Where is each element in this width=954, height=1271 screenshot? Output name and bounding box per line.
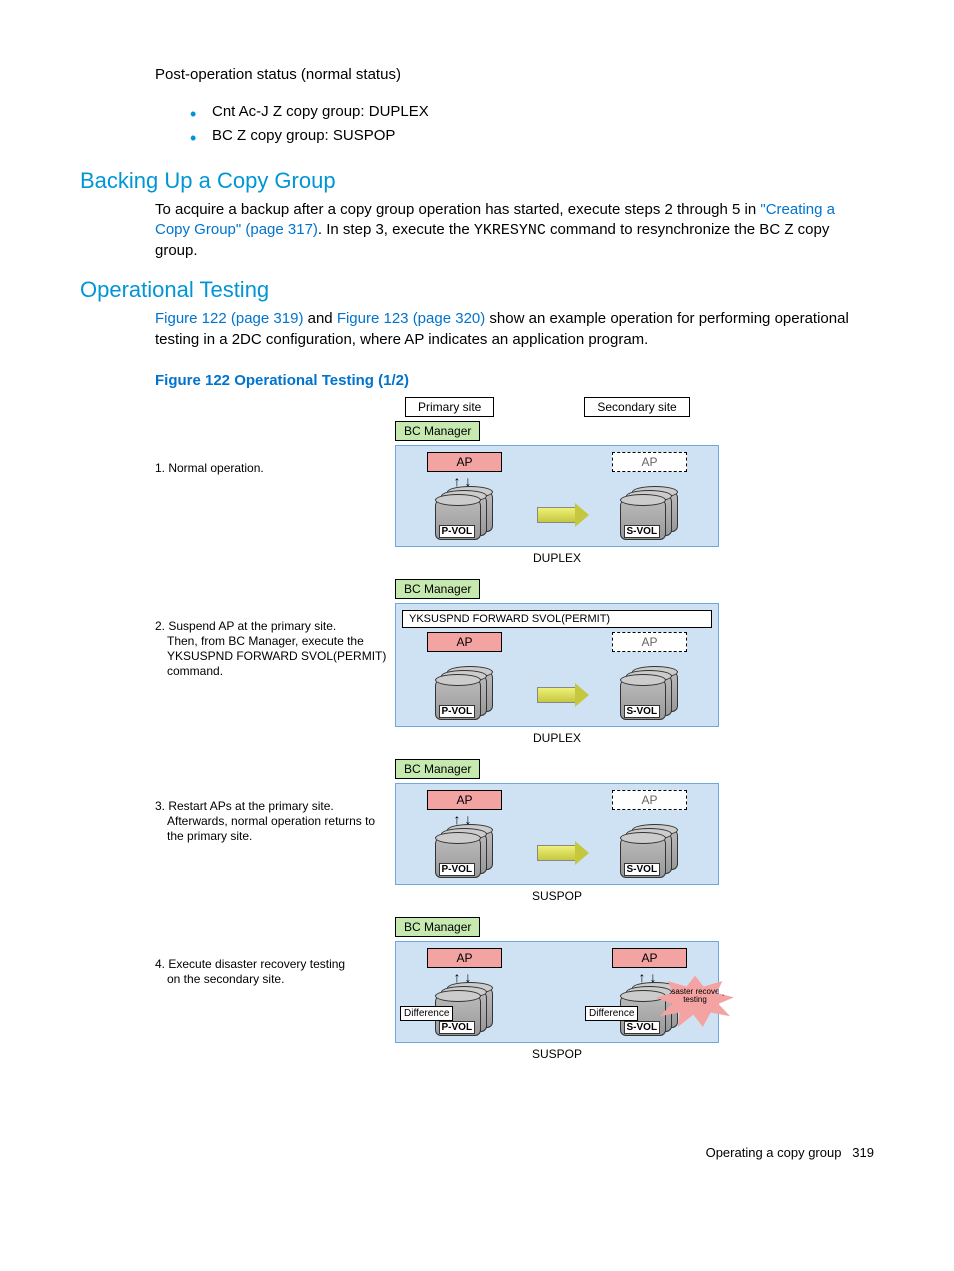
difference-label: Difference bbox=[400, 1006, 453, 1021]
ap-primary: AP bbox=[427, 632, 501, 652]
step-2-text: 2. Suspend AP at the primary site. Then,… bbox=[155, 579, 395, 679]
heading-backing-up: Backing Up a Copy Group bbox=[80, 168, 874, 194]
figure-122: Primary site Secondary site 1. Normal op… bbox=[155, 397, 874, 1061]
list-item: BC Z copy group: SUSPOP bbox=[190, 124, 874, 148]
list-item: Cnt Ac-J Z copy group: DUPLEX bbox=[190, 100, 874, 124]
bc-manager-label: BC Manager bbox=[395, 421, 480, 441]
step-3-text: 3. Restart APs at the primary site. Afte… bbox=[155, 759, 395, 844]
command-bar: YKSUSPND FORWARD SVOL(PERMIT) bbox=[402, 610, 712, 628]
svol-icon: S-VOL bbox=[620, 828, 680, 878]
ap-primary: AP bbox=[427, 948, 501, 968]
status-suspop: SUSPOP bbox=[395, 889, 719, 903]
primary-site-header: Primary site bbox=[405, 397, 494, 417]
step-4-text: 4. Execute disaster recovery testing on … bbox=[155, 917, 395, 987]
post-op-status: Post-operation status (normal status) bbox=[155, 65, 874, 85]
diagram-step-1: AP ↑↓ P-VOL AP bbox=[395, 445, 719, 547]
ap-secondary: AP bbox=[612, 632, 686, 652]
diagram-step-4: AP ↑↓ Difference P-VOL AP ↑↓ bbox=[395, 941, 719, 1043]
flow-arrow-icon bbox=[537, 845, 577, 861]
svol-icon: S-VOL bbox=[620, 670, 680, 720]
text: To acquire a backup after a copy group o… bbox=[155, 201, 760, 218]
footer-section: Operating a copy group bbox=[706, 1145, 842, 1160]
bc-manager-label: BC Manager bbox=[395, 579, 480, 599]
footer-page-number: 319 bbox=[852, 1145, 874, 1160]
link-figure-122[interactable]: Figure 122 (page 319) bbox=[155, 310, 303, 327]
optest-paragraph: Figure 122 (page 319) and Figure 123 (pa… bbox=[155, 309, 874, 350]
link-figure-123[interactable]: Figure 123 (page 320) bbox=[337, 310, 485, 327]
secondary-site-header: Secondary site bbox=[584, 397, 689, 417]
pvol-icon: P-VOL bbox=[435, 490, 495, 540]
ap-secondary: AP bbox=[612, 790, 686, 810]
step-1-text: 1. Normal operation. bbox=[155, 421, 395, 476]
ap-secondary: AP bbox=[612, 452, 686, 472]
backing-up-paragraph: To acquire a backup after a copy group o… bbox=[155, 200, 874, 262]
status-suspop: SUSPOP bbox=[395, 1047, 719, 1061]
bc-manager-label: BC Manager bbox=[395, 759, 480, 779]
flow-arrow-icon bbox=[537, 687, 577, 703]
diagram-step-3: AP ↑↓ P-VOL AP bbox=[395, 783, 719, 885]
pvol-icon: P-VOL bbox=[435, 670, 495, 720]
heading-operational-testing: Operational Testing bbox=[80, 277, 874, 303]
ap-primary: AP bbox=[427, 452, 501, 472]
ap-primary: AP bbox=[427, 790, 501, 810]
status-list: Cnt Ac-J Z copy group: DUPLEX BC Z copy … bbox=[80, 100, 874, 148]
status-duplex: DUPLEX bbox=[395, 731, 719, 745]
ap-secondary-active: AP bbox=[612, 948, 686, 968]
svol-icon: S-VOL bbox=[620, 490, 680, 540]
difference-label: Difference bbox=[585, 1006, 638, 1021]
command-ykresync: YKRESYNC bbox=[474, 222, 546, 239]
flow-arrow-icon bbox=[537, 507, 577, 523]
status-duplex: DUPLEX bbox=[395, 551, 719, 565]
text: and bbox=[303, 310, 336, 327]
text: . In step 3, execute the bbox=[318, 221, 474, 238]
diagram-step-2: YKSUSPND FORWARD SVOL(PERMIT) AP P-VOL bbox=[395, 603, 719, 727]
pvol-icon: P-VOL bbox=[435, 828, 495, 878]
bc-manager-label: BC Manager bbox=[395, 917, 480, 937]
page-footer: Operating a copy group 319 bbox=[0, 1145, 954, 1160]
figure-caption: Figure 122 Operational Testing (1/2) bbox=[155, 372, 874, 389]
